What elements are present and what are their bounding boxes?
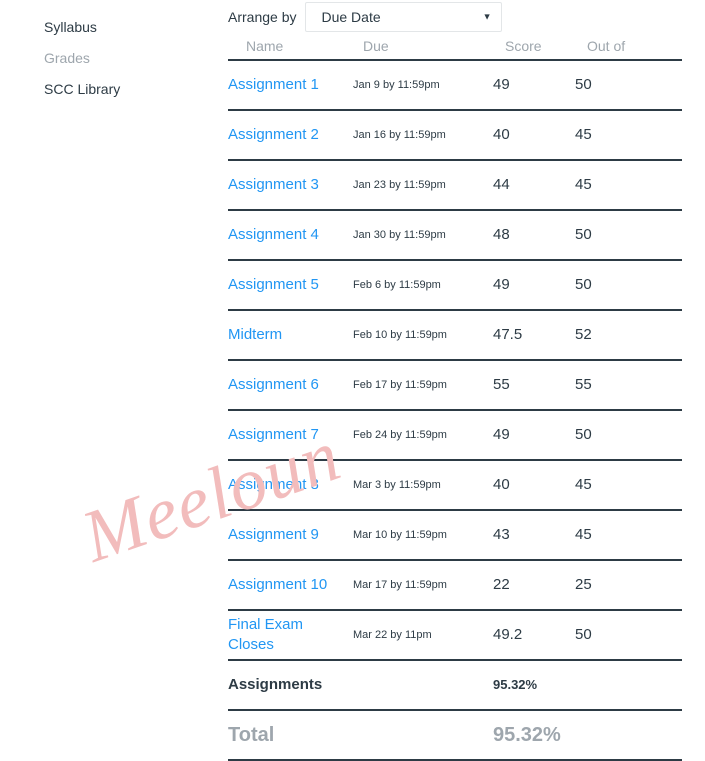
assignment-points-possible: 50 — [575, 60, 682, 111]
column-header-due[interactable]: Due — [353, 38, 493, 61]
assignment-name-link[interactable]: Assignment 8 — [228, 460, 353, 511]
assignment-group-row: Assignments 95.32% — [228, 660, 682, 711]
assignment-points-possible: 45 — [575, 510, 682, 561]
assignment-score: 49 — [493, 410, 575, 461]
assignment-points-possible: 50 — [575, 210, 682, 261]
assignment-name-link[interactable]: Assignment 5 — [228, 260, 353, 311]
table-header-row: Name Due Score Out of — [228, 38, 682, 61]
sidebar-item-grades[interactable]: Grades — [44, 49, 90, 67]
assignment-points-possible: 25 — [575, 560, 682, 611]
assignment-score: 40 — [493, 110, 575, 161]
assignment-due-date: Mar 17 by 11:59pm — [353, 560, 493, 611]
arrange-by-control: Arrange by Due Date ▼ — [228, 0, 503, 34]
assignment-points-possible: 45 — [575, 460, 682, 511]
assignment-score: 22 — [493, 560, 575, 611]
chevron-down-icon: ▼ — [482, 11, 492, 22]
table-row: Midterm Feb 10 by 11:59pm 47.5 52 — [228, 310, 682, 361]
assignment-due-date: Feb 6 by 11:59pm — [353, 260, 493, 311]
table-row: Assignment 8 Mar 3 by 11:59pm 40 45 — [228, 460, 682, 511]
assignment-score: 48 — [493, 210, 575, 261]
assignment-points-possible: 52 — [575, 310, 682, 361]
assignment-score: 55 — [493, 360, 575, 411]
assignment-name-link[interactable]: Assignment 9 — [228, 510, 353, 561]
assignment-due-date: Jan 16 by 11:59pm — [353, 110, 493, 161]
assignment-group-label: Assignments — [228, 660, 353, 711]
assignment-due-date: Jan 30 by 11:59pm — [353, 210, 493, 261]
assignment-due-date: Feb 10 by 11:59pm — [353, 310, 493, 361]
assignment-score: 40 — [493, 460, 575, 511]
assignment-due-date: Feb 17 by 11:59pm — [353, 360, 493, 411]
assignment-points-possible: 45 — [575, 160, 682, 211]
assignment-score: 49 — [493, 60, 575, 111]
assignment-score: 44 — [493, 160, 575, 211]
table-row: Assignment 9 Mar 10 by 11:59pm 43 45 — [228, 510, 682, 561]
table-row: Assignment 6 Feb 17 by 11:59pm 55 55 — [228, 360, 682, 411]
assignment-name-link[interactable]: Final Exam Closes — [228, 610, 353, 661]
table-row: Assignment 2 Jan 16 by 11:59pm 40 45 — [228, 110, 682, 161]
assignment-name-link[interactable]: Midterm — [228, 310, 353, 361]
table-row: Assignment 1 Jan 9 by 11:59pm 49 50 — [228, 60, 682, 111]
table-row: Assignment 3 Jan 23 by 11:59pm 44 45 — [228, 160, 682, 211]
assignment-group-percentage: 95.32% — [493, 660, 575, 711]
assignment-score: 43 — [493, 510, 575, 561]
assignment-due-date: Mar 3 by 11:59pm — [353, 460, 493, 511]
assignment-name-link[interactable]: Assignment 1 — [228, 60, 353, 111]
assignment-points-possible: 50 — [575, 610, 682, 661]
grades-table: Name Due Score Out of Assignment 1 Jan 9 … — [228, 38, 682, 761]
total-label: Total — [228, 710, 353, 761]
arrange-by-select[interactable]: Due Date ▼ — [305, 2, 503, 32]
table-row: Assignment 7 Feb 24 by 11:59pm 49 50 — [228, 410, 682, 461]
assignment-name-link[interactable]: Assignment 7 — [228, 410, 353, 461]
total-row: Total 95.32% — [228, 710, 682, 761]
assignment-name-link[interactable]: Assignment 4 — [228, 210, 353, 261]
arrange-by-selected-value: Due Date — [321, 9, 381, 25]
assignment-name-link[interactable]: Assignment 2 — [228, 110, 353, 161]
column-header-score[interactable]: Score — [493, 38, 575, 61]
total-percentage: 95.32% — [493, 710, 575, 761]
column-header-name[interactable]: Name — [228, 38, 353, 61]
assignment-points-possible: 50 — [575, 260, 682, 311]
assignment-points-possible: 50 — [575, 410, 682, 461]
total-out-spacer — [575, 710, 682, 761]
table-row: Assignment 4 Jan 30 by 11:59pm 48 50 — [228, 210, 682, 261]
assignment-name-link[interactable]: Assignment 10 — [228, 560, 353, 611]
assignment-name-link[interactable]: Assignment 6 — [228, 360, 353, 411]
assignment-score: 49.2 — [493, 610, 575, 661]
table-row: Assignment 10 Mar 17 by 11:59pm 22 25 — [228, 560, 682, 611]
grades-main-content: Arrange by Due Date ▼ Name Due Score Out… — [228, 0, 705, 761]
assignment-group-out-spacer — [575, 660, 682, 711]
arrange-by-label: Arrange by — [228, 9, 297, 25]
assignment-points-possible: 45 — [575, 110, 682, 161]
assignment-due-date: Jan 23 by 11:59pm — [353, 160, 493, 211]
table-row: Final Exam Closes Mar 22 by 11pm 49.2 50 — [228, 610, 682, 661]
total-due-spacer — [353, 710, 493, 761]
sidebar-item-scc-library[interactable]: SCC Library — [44, 80, 120, 98]
assignment-due-date: Jan 9 by 11:59pm — [353, 60, 493, 111]
assignment-score: 47.5 — [493, 310, 575, 361]
grades-table-header: Name Due Score Out of — [228, 38, 682, 61]
assignment-score: 49 — [493, 260, 575, 311]
table-row: Assignment 5 Feb 6 by 11:59pm 49 50 — [228, 260, 682, 311]
assignment-due-date: Mar 22 by 11pm — [353, 610, 493, 661]
assignment-points-possible: 55 — [575, 360, 682, 411]
assignment-due-date: Feb 24 by 11:59pm — [353, 410, 493, 461]
sidebar-item-syllabus[interactable]: Syllabus — [44, 18, 97, 36]
assignment-group-due-spacer — [353, 660, 493, 711]
assignment-due-date: Mar 10 by 11:59pm — [353, 510, 493, 561]
assignment-name-link[interactable]: Assignment 3 — [228, 160, 353, 211]
grades-table-body: Assignment 1 Jan 9 by 11:59pm 49 50 Assignme… — [228, 60, 682, 761]
column-header-out-of[interactable]: Out of — [575, 38, 682, 61]
course-nav-sidebar: Syllabus Grades SCC Library — [0, 0, 228, 743]
